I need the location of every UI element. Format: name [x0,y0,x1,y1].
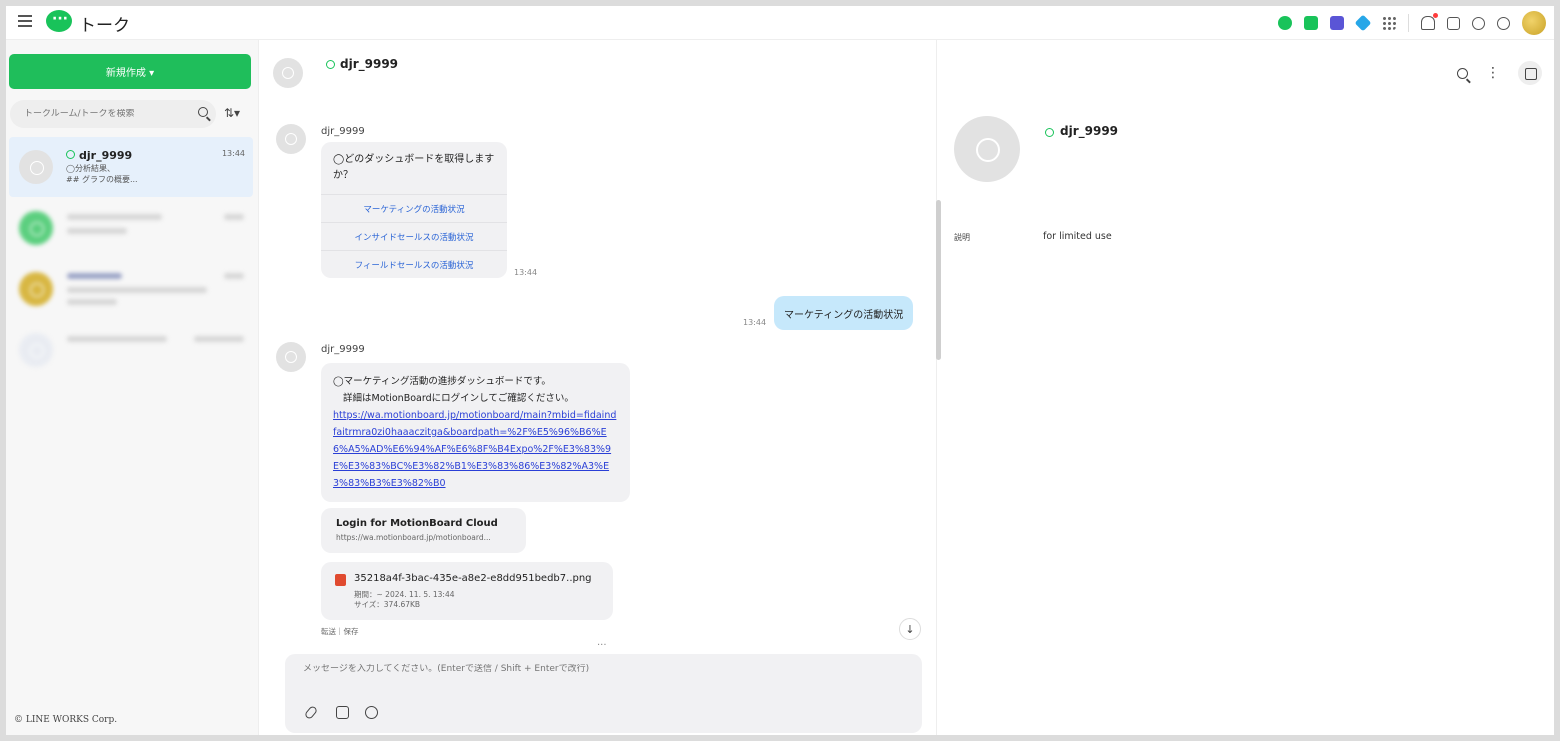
message-list: djr_9999 ◯どのダッシュボードを取得しますか？ マーケティングの活動状況… [259,102,937,647]
preview-url: https://wa.motionboard.jp/motionboard... [336,533,491,542]
dashboard-link[interactable]: https://wa.motionboard.jp/motionboard/ma… [333,407,618,492]
user-avatar[interactable] [1522,11,1546,35]
room-preview-line: ◯分析結果、 [66,164,115,173]
org-chart-icon[interactable] [1447,16,1460,30]
sort-button[interactable]: ⇅▾ [224,106,240,120]
redacted-text [67,287,207,293]
option-button[interactable]: インサイドセールスの活動状況 [321,222,507,250]
question-bubble: ◯どのダッシュボードを取得しますか？ マーケティングの活動状況 インサイドセール… [321,142,507,278]
scroll-down-button[interactable]: ↓ [899,618,921,640]
copyright: © LINE WORKS Corp. [14,715,118,725]
room-item[interactable] [9,320,253,380]
message-body: ◯マーケティング活動の進捗ダッシュボードです。 詳細はMotionBoardにロ… [321,363,630,502]
sender-name: djr_9999 [321,126,365,137]
message-bubble: ◯マーケティング活動の進捗ダッシュボードです。 詳細はMotionBoardにロ… [321,363,630,502]
redacted-text [224,273,244,279]
bot-icon [66,150,75,159]
mail-icon[interactable] [1304,16,1318,30]
my-message-bubble: マーケティングの活動状況 [774,296,914,330]
room-item[interactable] [9,259,253,319]
option-button[interactable]: フィールドセールスの活動状況 [321,250,507,278]
description-value: for limited use [1043,231,1112,242]
room-avatar [19,211,53,245]
file-size: サイズ：374.67KB [354,600,421,609]
calendar-icon[interactable] [1330,16,1344,30]
app-window: トーク 新規作成 ▾ ⇅▾ djr_9999 1 [6,6,1554,735]
file-meta: 期間：~ 2024. 11. 5. 13:44 サイズ：374.67KB [354,590,455,610]
room-preview: ◯分析結果、 ## グラフの概要... [66,163,138,185]
room-avatar [19,333,53,367]
profile-name: djr_9999 [1060,124,1119,138]
bot-avatar [276,124,306,154]
message-line: 詳細はMotionBoardにログインしてご確認ください。 [343,393,574,404]
message-composer [285,654,922,733]
divider [1408,14,1409,32]
description-label: 説明 [954,233,970,242]
room-search [10,100,216,128]
file-period: 期間：~ 2024. 11. 5. 13:44 [354,590,455,599]
room-item[interactable] [9,198,253,258]
link-preview-card[interactable]: Login for MotionBoard Cloud https://wa.m… [321,508,526,553]
redacted-text [67,273,122,279]
emoji-icon[interactable] [365,706,378,719]
chat-pane: djr_9999 djr_9999 ◯どのダッシュボードを取得しますか？ マーケ… [259,40,941,735]
bot-icon [326,60,335,69]
more-dots[interactable]: ... [597,637,607,648]
redacted-text [194,336,244,342]
room-avatar [19,272,53,306]
settings-icon[interactable] [1497,16,1510,30]
room-time: 13:44 [221,149,245,158]
top-bar: トーク [6,6,1554,40]
bell-icon[interactable] [1421,13,1438,30]
message-time: 13:44 [743,318,767,327]
preview-title: Login for MotionBoard Cloud [336,518,498,529]
talk-icon[interactable] [1278,16,1292,30]
message-time: 13:44 [514,268,538,277]
bot-avatar[interactable] [273,58,303,88]
room-item[interactable]: djr_9999 13:44 ◯分析結果、 ## グラフの概要... [9,137,253,197]
app-title: トーク [79,16,130,36]
search-icon[interactable] [198,107,208,117]
sender-name: djr_9999 [321,344,365,355]
new-create-button[interactable]: 新規作成 ▾ [9,54,251,89]
room-list: djr_9999 13:44 ◯分析結果、 ## グラフの概要... [9,137,253,381]
message-line: ◯マーケティング活動の進捗ダッシュボードです。 [333,376,551,387]
room-search-input[interactable] [10,109,170,119]
sticker-icon[interactable] [336,706,349,719]
room-name: djr_9999 [79,149,133,162]
redacted-text [224,214,244,220]
menu-icon[interactable] [18,15,32,27]
top-icons [1278,10,1546,36]
option-button[interactable]: マーケティングの活動状況 [321,194,507,222]
file-name: 35218a4f-3bac-435e-a8e2-e8dd951bedb7..pn… [354,573,592,584]
bot-avatar [954,116,1020,182]
talk-logo-icon [46,10,72,32]
redacted-text [67,336,167,342]
help-icon[interactable] [1472,16,1485,30]
question-text: ◯どのダッシュボードを取得しますか？ [333,154,495,181]
apps-grid-icon[interactable] [1382,16,1396,30]
file-attachment[interactable]: 35218a4f-3bac-435e-a8e2-e8dd951bedb7..pn… [321,562,613,620]
file-actions[interactable]: 転送｜保存 [321,626,359,637]
bot-avatar [19,150,53,184]
message-input[interactable] [303,664,903,674]
bot-avatar [276,342,306,372]
redacted-text [67,299,117,305]
attachment-icon[interactable] [303,704,319,721]
image-file-icon [335,574,346,586]
profile-panel: djr_9999 説明 for limited use [937,40,1554,735]
bot-icon [1045,128,1054,137]
room-preview-line: ## グラフの概要... [66,175,138,184]
sidebar: 新規作成 ▾ ⇅▾ djr_9999 13:44 ◯分析結果、 ## グラフの概… [6,40,259,735]
drive-icon[interactable] [1354,14,1372,32]
redacted-text [67,228,127,234]
chat-title: djr_9999 [340,57,399,71]
redacted-text [67,214,162,220]
